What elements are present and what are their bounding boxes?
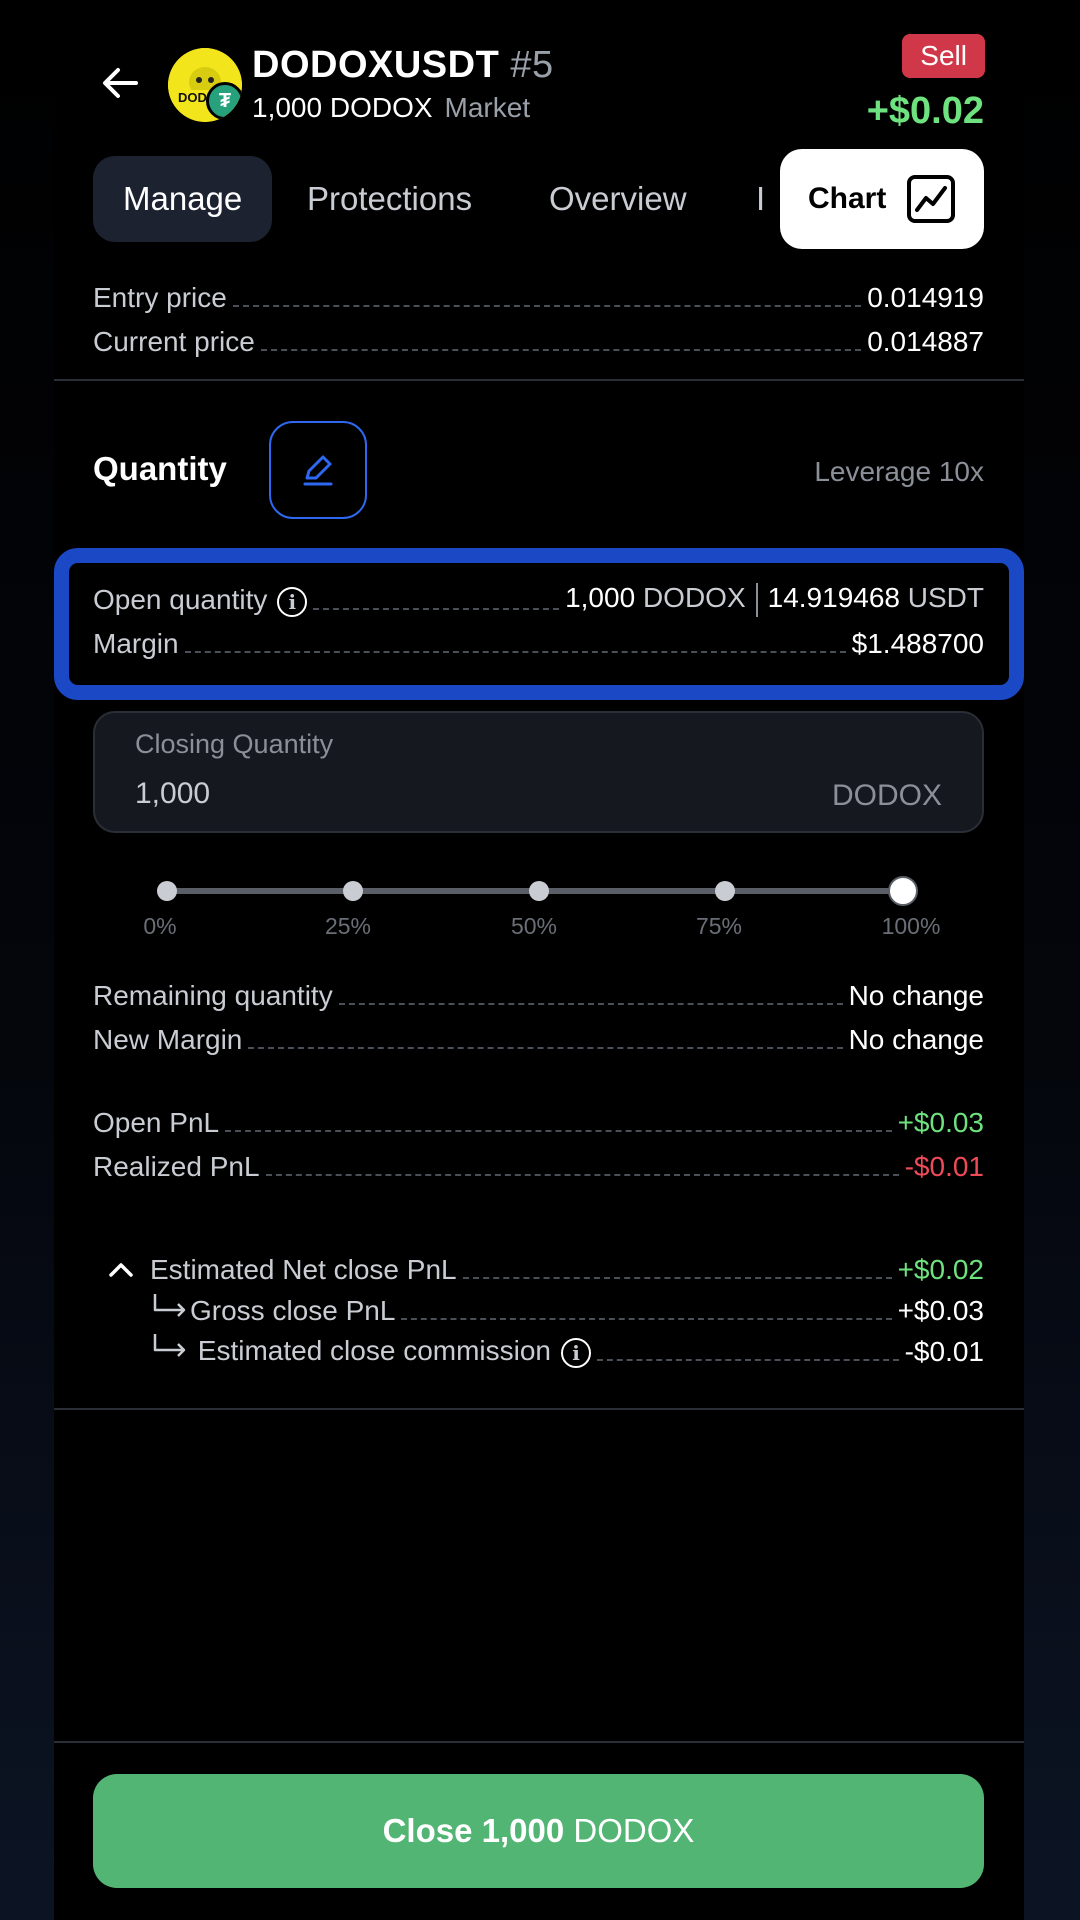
slider-step-0[interactable] (157, 881, 177, 901)
slider-thumb[interactable] (888, 876, 918, 906)
est-net-pnl-value: +$0.02 (897, 1254, 984, 1285)
closing-quantity-unit: DODOX (831, 779, 942, 812)
remaining-quantity-row: Remaining quantity No change (93, 980, 984, 1011)
sub-item-arrow-icon (153, 1334, 186, 1357)
slider-label-50: 50% (510, 913, 558, 939)
margin-row: Margin $1.488700 (93, 628, 984, 659)
gross-pnl-value: +$0.03 (897, 1295, 984, 1326)
divider (54, 379, 1024, 381)
tab-protections[interactable]: Protections (307, 156, 472, 242)
open-pnl-row: Open PnL +$0.03 (93, 1107, 984, 1138)
commission-value: -$0.01 (904, 1335, 984, 1367)
slider-label-75: 75% (695, 913, 743, 939)
slider-label-25: 25% (324, 913, 372, 939)
new-margin-row: New Margin No change (93, 1024, 984, 1055)
chart-button[interactable]: Chart (780, 149, 984, 249)
margin-value: $1.488700 (851, 628, 984, 659)
new-margin-value: No change (848, 1024, 984, 1055)
leverage-label: Leverage 10x (814, 456, 984, 487)
current-price-row: Current price 0.014887 (93, 326, 984, 357)
closing-quantity-field[interactable]: Closing Quantity DODOX (93, 711, 984, 833)
close-position-button[interactable]: Close 1,000 DODOX (93, 1774, 984, 1888)
current-price-value: 0.014887 (867, 326, 984, 357)
commission-row: Estimated close commission i -$0.01 (150, 1332, 984, 1368)
realized-pnl-value: -$0.01 (904, 1151, 984, 1182)
closing-quantity-caption: Closing Quantity (135, 729, 334, 759)
side-badge: Sell (902, 34, 985, 78)
info-icon[interactable]: i (277, 586, 308, 617)
open-pnl-value: +$0.03 (897, 1107, 984, 1138)
open-quantity-value: 1,000 DODOX 14.919468 USDT (565, 582, 984, 617)
pencil-icon (303, 455, 333, 486)
slider-label-100: 100% (881, 913, 941, 939)
closing-quantity-input[interactable] (135, 777, 735, 811)
back-arrow-icon[interactable] (96, 58, 146, 108)
slider-label-0: 0% (143, 913, 177, 939)
chevron-up-icon[interactable] (108, 1262, 134, 1278)
position-title: DODOXUSDT #5 (252, 44, 554, 86)
info-icon[interactable]: i (561, 1337, 592, 1368)
tab-more[interactable]: I (756, 156, 765, 242)
realized-pnl-row: Realized PnL -$0.01 (93, 1151, 984, 1182)
token-avatar: DOD ₮ (168, 48, 242, 122)
remaining-quantity-value: No change (848, 980, 984, 1011)
tab-overview[interactable]: Overview (549, 156, 687, 242)
tab-manage[interactable]: Manage (93, 156, 273, 242)
divider (54, 1408, 1024, 1410)
slider-step-75[interactable] (715, 881, 735, 901)
edit-quantity-button[interactable] (269, 421, 367, 519)
open-quantity-row: Open quantity i 1,000 DODOX 14.919468 USDT (93, 582, 984, 617)
entry-price-row: Entry price 0.014919 (93, 282, 984, 313)
chart-button-label: Chart (808, 182, 887, 215)
highlight-box (54, 548, 1024, 700)
tether-badge-icon: ₮ (206, 82, 242, 120)
divider (54, 1741, 1024, 1743)
entry-price-value: 0.014919 (867, 282, 984, 313)
sub-item-arrow-icon (153, 1294, 186, 1317)
position-subtitle: 1,000 DODOX Market (252, 92, 531, 123)
quantity-label: Quantity (93, 450, 227, 487)
slider-step-50[interactable] (529, 881, 549, 901)
svg-text:DOD: DOD (178, 90, 207, 105)
gross-pnl-row: Gross close PnL +$0.03 (150, 1292, 984, 1327)
chart-icon (907, 175, 955, 223)
header-pnl: +$0.02 (866, 90, 984, 132)
slider-step-25[interactable] (343, 881, 363, 901)
est-net-pnl-row: Estimated Net close PnL +$0.02 (150, 1254, 984, 1285)
